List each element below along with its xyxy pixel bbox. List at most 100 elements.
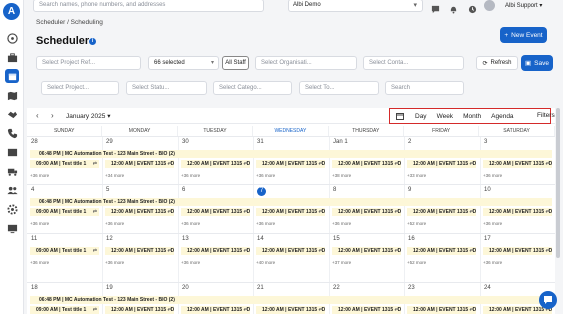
app-logo[interactable]: A [3, 3, 20, 20]
day-number[interactable]: 28 [31, 139, 38, 145]
event-daily[interactable]: 12:00 AM | EVENT 1315 - Dit...⇄ [332, 208, 401, 216]
day-number[interactable]: 21 [257, 285, 264, 291]
multi-day-event[interactable]: 06:48 PM | MC Automation Test - 123 Main… [30, 198, 552, 206]
event-daily[interactable]: 12:00 AM | EVENT 1315 - Dit...⇄ [105, 160, 174, 168]
view-week[interactable]: Week [432, 113, 459, 120]
chat-button[interactable] [539, 291, 557, 309]
event-test-title[interactable]: 09:00 AM | Test title 1 ⇄ [30, 160, 99, 168]
more-events-link[interactable]: +52 more [407, 221, 426, 226]
event-daily[interactable]: 12:00 AM | EVENT 1315 - Dit...⇄ [407, 208, 476, 216]
day-number[interactable]: 18 [31, 285, 38, 291]
staff-select[interactable]: 66 selected ▾ [148, 56, 219, 70]
more-events-link[interactable]: +36 more [483, 260, 502, 265]
event-daily[interactable]: 12:00 AM | EVENT 1315 - Dit...⇄ [407, 306, 476, 314]
day-number[interactable]: 17 [484, 236, 491, 242]
day-number[interactable]: 23 [408, 285, 415, 291]
more-events-link[interactable]: +36 more [105, 221, 124, 226]
day-number[interactable]: 7 [257, 187, 266, 196]
day-number[interactable]: 12 [106, 236, 113, 242]
event-daily[interactable]: 12:00 AM | EVENT 1315 - Dit...⇄ [105, 306, 174, 314]
day-number[interactable]: 8 [333, 187, 336, 193]
more-events-link[interactable]: +36 more [181, 260, 200, 265]
organisation-filter-select[interactable]: Select Organisati... [255, 56, 357, 70]
event-test-title[interactable]: 09:00 AM | Test title 1 ⇄ [30, 208, 99, 216]
user-menu[interactable]: Albi Support ▾ [505, 2, 542, 9]
event-daily[interactable]: 12:00 AM | EVENT 1315 - Dit...⇄ [256, 247, 325, 255]
more-events-link[interactable]: +36 more [332, 221, 351, 226]
category-select[interactable]: Select Catego... [213, 81, 292, 95]
more-events-link[interactable]: +36 more [256, 221, 275, 226]
event-daily[interactable]: 12:00 AM | EVENT 1315 - Dit...⇄ [256, 208, 325, 216]
more-events-link[interactable]: +52 more [407, 260, 426, 265]
clock-icon[interactable] [468, 1, 478, 14]
day-number[interactable]: 15 [333, 236, 340, 242]
event-daily[interactable]: 12:00 AM | EVENT 1315 - Dit...⇄ [407, 247, 476, 255]
day-number[interactable]: 4 [31, 187, 34, 193]
more-events-link[interactable]: +33 more [407, 173, 426, 178]
status-select[interactable]: Select Statu... [126, 81, 207, 95]
day-number[interactable]: 16 [408, 236, 415, 242]
day-number[interactable]: 9 [408, 187, 411, 193]
event-daily[interactable]: 12:00 AM | EVENT 1315 - Dit...⇄ [181, 208, 250, 216]
event-daily[interactable]: 12:00 AM | EVENT 1315 - Dit...⇄ [256, 160, 325, 168]
scrollbar[interactable] [556, 108, 560, 258]
event-daily[interactable]: 12:00 AM | EVENT 1315 - Dit...⇄ [332, 247, 401, 255]
event-daily[interactable]: 12:00 AM | EVENT 1315 - Dit...⇄ [105, 208, 174, 216]
day-number[interactable]: 20 [182, 285, 189, 291]
view-month[interactable]: Month [458, 113, 486, 120]
event-test-title[interactable]: 09:00 AM | Test title 1 ⇄ [30, 247, 99, 255]
global-search-input[interactable]: Search names, phone numbers, and address… [33, 0, 264, 12]
view-day[interactable]: Day [410, 113, 432, 120]
more-events-link[interactable]: +36 more [181, 221, 200, 226]
event-daily[interactable]: 12:00 AM | EVENT 1315 - Dit...⇄ [332, 160, 401, 168]
day-number[interactable]: 30 [182, 139, 189, 145]
more-events-link[interactable]: +36 more [181, 173, 200, 178]
organisation-select[interactable]: Albi Demo ▾ [288, 0, 423, 12]
refresh-button[interactable]: ⟳ Refresh [476, 56, 518, 70]
day-number[interactable]: 24 [484, 285, 491, 291]
more-events-link[interactable]: +36 more [483, 173, 502, 178]
multi-day-event[interactable]: 06:48 PM | MC Automation Test - 123 Main… [30, 296, 552, 304]
event-test-title[interactable]: 09:00 AM | Test title 1 ⇄ [30, 306, 99, 314]
event-daily[interactable]: 12:00 AM | EVENT 1315 - Dit...⇄ [256, 306, 325, 314]
calendar-icon[interactable] [5, 69, 19, 83]
more-events-link[interactable]: +36 more [105, 260, 124, 265]
monitor-icon[interactable] [6, 222, 18, 234]
multi-day-event[interactable]: 06:48 PM | MC Automation Test - 123 Main… [30, 150, 552, 158]
event-daily[interactable]: 12:00 AM | EVENT 1315 - Dit...⇄ [105, 247, 174, 255]
avatar[interactable] [484, 0, 495, 11]
day-number[interactable]: Jan 1 [333, 139, 348, 145]
calendar-picker-icon[interactable] [390, 112, 410, 120]
save-button[interactable]: ▣ Save [521, 55, 553, 71]
more-events-link[interactable]: +36 more [30, 173, 49, 178]
project-select[interactable]: Select Project... [41, 81, 119, 95]
more-events-link[interactable]: +34 more [105, 173, 124, 178]
more-events-link[interactable]: +36 more [256, 173, 275, 178]
handshake-icon[interactable] [6, 108, 18, 120]
new-event-button[interactable]: + New Event [500, 27, 547, 43]
view-agenda[interactable]: Agenda [486, 113, 518, 120]
day-number[interactable]: 3 [484, 139, 487, 145]
day-number[interactable]: 14 [257, 236, 264, 242]
day-number[interactable]: 2 [408, 139, 411, 145]
briefcase-icon[interactable] [6, 51, 18, 63]
more-events-link[interactable]: +37 more [332, 260, 351, 265]
chat-bubble-icon[interactable] [431, 1, 441, 14]
truck-icon[interactable] [6, 165, 18, 177]
phone-icon[interactable] [6, 127, 18, 139]
more-events-link[interactable]: +36 more [30, 221, 49, 226]
contact-select[interactable]: Select Conta... [363, 56, 464, 70]
day-number[interactable]: 11 [31, 236, 37, 242]
event-daily[interactable]: 12:00 AM | EVENT 1315 - Dit...⇄ [483, 160, 552, 168]
day-number[interactable]: 22 [333, 285, 340, 291]
all-staff-button[interactable]: All Staff [222, 56, 249, 70]
day-number[interactable]: 10 [484, 187, 491, 193]
search-input[interactable]: Search [385, 81, 464, 95]
month-picker[interactable]: January 2025 ▾ [66, 112, 110, 120]
event-daily[interactable]: 12:00 AM | EVENT 1315 - Dit...⇄ [407, 160, 476, 168]
event-daily[interactable]: 12:00 AM | EVENT 1315 - Dit...⇄ [483, 208, 552, 216]
settings-icon[interactable] [6, 203, 18, 215]
project-ref-select[interactable]: Select Project Ref... [36, 56, 141, 70]
event-daily[interactable]: 12:00 AM | EVENT 1315 - Dit...⇄ [483, 247, 552, 255]
event-daily[interactable]: 12:00 AM | EVENT 1315 - Dit...⇄ [181, 306, 250, 314]
